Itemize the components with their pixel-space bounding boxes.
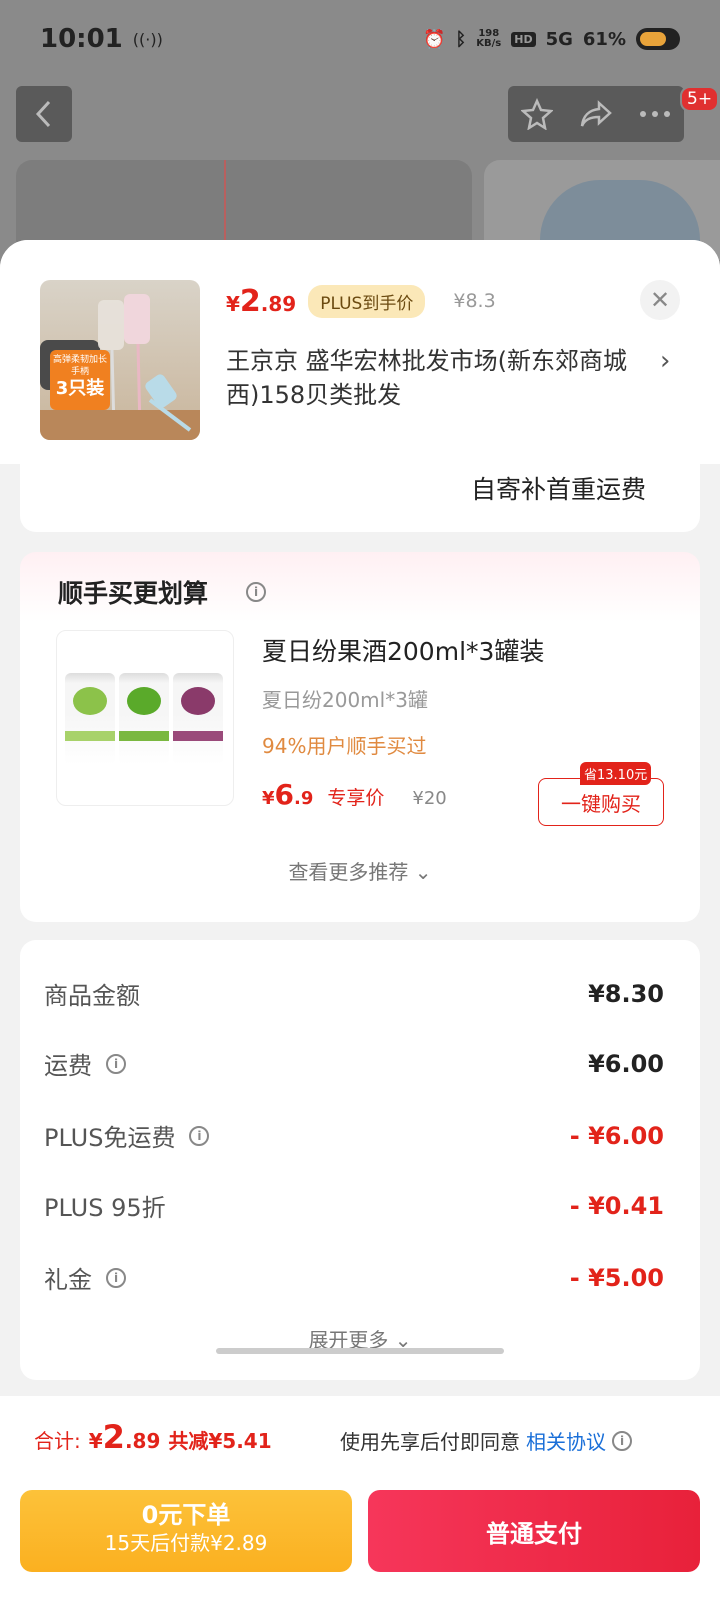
battery-icon [636,28,680,50]
price-symbol: ¥ [262,788,275,809]
fee-value: - ¥0.41 [569,1191,664,1220]
status-time: 10:01 [40,24,123,54]
info-icon[interactable]: i [612,1430,632,1451]
fee-label-text: 运费 [44,1052,92,1080]
can-image [119,673,169,765]
total-label: 合计: [34,1429,81,1453]
star-icon[interactable] [521,98,553,130]
total-price: 合计: ¥2.89 共减¥5.41 [34,1418,272,1456]
info-icon[interactable]: i [189,1125,210,1146]
price-symbol: ¥ [226,291,240,316]
fee-row: PLUS免运费 i - ¥6.00 [44,1118,664,1153]
fee-row: 运费 i ¥6.00 [44,1046,664,1081]
back-button[interactable] [16,86,72,142]
promo-count: 3只装 [55,378,105,399]
recommend-original-price: ¥20 [412,788,447,809]
pay-later-sublabel: 15天后付款¥2.89 [104,1531,268,1555]
current-price: ¥2.89 [226,284,296,319]
speed-unit: KB/s [476,38,502,49]
fee-row: 礼金 i - ¥5.00 [44,1260,664,1295]
can-image [173,673,223,765]
network-speed: 198 KB/s [476,29,501,49]
bluetooth-icon: ᛒ [455,28,467,50]
price-integer: 6 [274,778,295,811]
agreement-link[interactable]: 相关协议 [526,1426,606,1455]
fee-value: - ¥6.00 [569,1121,664,1150]
shipping-card: 自寄补首重运费 [20,464,700,532]
product-header: 高弹柔韧加长手柄 3只装 ¥2.89 PLUS到手价 ¥8.3 ✕ 王京京 盛华… [0,240,720,464]
more-icon[interactable] [639,109,671,119]
close-icon: ✕ [649,286,671,314]
hotspot-icon: ((·)) [132,29,163,49]
signal-5g: 5G [545,28,573,50]
price-integer: 2 [239,283,261,319]
fee-label-text: PLUS 95折 [44,1194,166,1222]
exclusive-price-label: 专享价 [327,787,385,809]
pay-later-button[interactable]: 0元下单 15天后付款¥2.89 [20,1490,352,1572]
price-decimal: .9 [294,788,314,809]
promo-text: 高弹柔韧加长手柄 [52,355,107,377]
shipping-note: 自寄补首重运费 [470,475,646,504]
info-icon[interactable]: i [246,582,266,602]
recommend-title: 顺手买更划算 [58,579,209,608]
hd-icon: HD [511,31,536,47]
save-badge: 省13.10元 [580,762,652,785]
fee-label: 商品金额 [44,976,140,1011]
status-right: ⏰ ᛒ 198 KB/s HD 5G 61% [423,28,680,50]
fee-label: 运费 i [44,1046,126,1081]
delivery-address[interactable]: 王京京 盛华宏林批发市场(新东郊商城西)158贝类批发 [226,344,636,412]
price-decimal: .89 [260,291,297,316]
total-integer: 2 [102,1418,125,1456]
chevron-right-icon[interactable]: › [660,346,670,376]
home-indicator[interactable] [216,1348,504,1354]
fee-label: PLUS 95折 [44,1188,166,1223]
fee-value: - ¥5.00 [569,1263,664,1292]
more-recommendations-link[interactable]: 查看更多推荐 ⌄ [20,856,700,885]
fee-row: 商品金额 ¥8.30 [44,976,664,1011]
message-badge: 5+ [680,86,720,112]
normal-pay-button[interactable]: 普通支付 [368,1490,700,1572]
fee-label-text: 商品金额 [44,982,140,1010]
alarm-icon: ⏰ [423,28,446,50]
recommend-product-spec: 夏日纷200ml*3罐 [262,688,428,712]
fee-row: PLUS 95折 - ¥0.41 [44,1188,664,1223]
info-icon[interactable]: i [106,1267,126,1288]
fee-label: PLUS免运费 i [44,1118,210,1153]
fee-value: ¥6.00 [588,1049,664,1078]
fee-label-text: PLUS免运费 [44,1124,176,1152]
product-promo-label: 高弹柔韧加长手柄 3只装 [50,350,110,410]
product-thumbnail: 高弹柔韧加长手柄 3只装 [40,280,200,440]
close-button[interactable]: ✕ [640,280,680,320]
fee-summary-card: 商品金额 ¥8.30 运费 i ¥6.00 PLUS免运费 i - ¥6.00 PL… [20,940,700,1380]
checkout-sheet: 高弹柔韧加长手柄 3只装 ¥2.89 PLUS到手价 ¥8.3 ✕ 王京京 盛华… [0,240,720,1600]
can-image [65,673,115,765]
chevron-left-icon [35,100,51,128]
recommend-price-row: ¥6.9 专享价 ¥20 [262,778,447,811]
one-click-buy-button[interactable]: 一键购买 [538,778,664,826]
total-decimal: .89 [124,1429,161,1453]
price-row: ¥2.89 PLUS到手价 ¥8.3 [226,284,496,319]
recommend-product-image[interactable] [56,630,234,806]
recommend-product-name[interactable]: 夏日纷果酒200ml*3罐装 [262,632,544,668]
recommend-price: ¥6.9 [262,778,313,811]
recommend-card: 顺手买更划算 i 夏日纷果酒200ml*3罐装 夏日纷200ml*3罐 94%用… [20,552,700,922]
share-icon[interactable] [579,99,613,129]
nav-actions [508,86,684,142]
original-price: ¥8.3 [453,290,496,312]
checkout-bar: 合计: ¥2.89 共减¥5.41 使用先享后付即同意 相关协议 i 0元下单 15… [0,1396,720,1600]
plus-price-tag: PLUS到手价 [308,284,426,318]
recommend-purchase-stat: 94%用户顺手买过 [262,734,427,758]
fee-label: 礼金 i [44,1260,126,1295]
info-icon[interactable]: i [106,1053,126,1074]
total-symbol: ¥ [88,1429,103,1453]
pay-later-label: 0元下单 [141,1501,231,1529]
fee-label-text: 礼金 [44,1266,92,1294]
battery-percent: 61% [582,28,626,50]
total-savings: 共减¥5.41 [168,1429,272,1453]
fee-value: ¥8.30 [588,979,664,1008]
agreement-prefix: 使用先享后付即同意 [340,1430,520,1454]
agreement-text: 使用先享后付即同意 相关协议 i [340,1426,632,1455]
status-bar: 10:01 ((·)) ⏰ ᛒ 198 KB/s HD 5G 61% [0,0,720,78]
